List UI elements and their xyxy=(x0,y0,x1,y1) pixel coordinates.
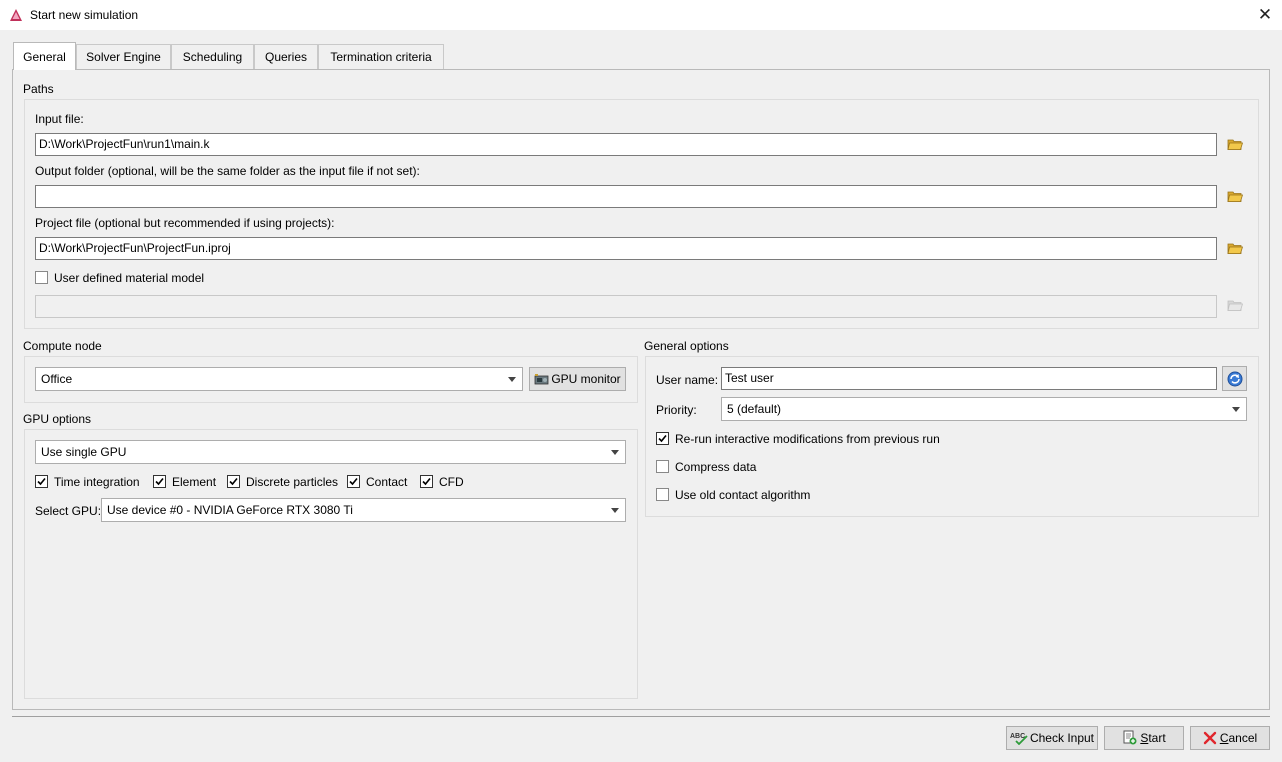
start-label-rest: tart xyxy=(1148,731,1166,745)
rerun-label: Re-run interactive modifications from pr… xyxy=(675,432,940,446)
gpu-monitor-button[interactable]: GPU monitor xyxy=(529,367,626,391)
cancel-label-rest: ancel xyxy=(1228,731,1258,745)
output-folder-field[interactable] xyxy=(35,185,1217,208)
time-integration-checkbox[interactable] xyxy=(35,475,48,488)
gpu-options-heading: GPU options xyxy=(23,412,92,426)
priority-select[interactable]: 5 (default) xyxy=(721,397,1247,421)
check-input-button[interactable]: ABC Check Input xyxy=(1006,726,1098,750)
footer-separator xyxy=(12,716,1270,717)
project-file-label: Project file (optional but recommended i… xyxy=(35,216,335,230)
chevron-down-icon xyxy=(1232,407,1240,412)
priority-label: Priority: xyxy=(656,403,697,417)
cancel-button[interactable]: Cancel xyxy=(1190,726,1270,750)
user-material-field xyxy=(35,295,1217,318)
priority-value: 5 (default) xyxy=(727,402,782,416)
close-window-button[interactable]: ✕ xyxy=(1254,4,1276,26)
compute-node-heading: Compute node xyxy=(23,339,102,353)
gpu-monitor-label: GPU monitor xyxy=(551,372,621,386)
compress-data-checkbox[interactable] xyxy=(656,460,669,473)
old-contact-checkbox[interactable] xyxy=(656,488,669,501)
tab-scheduling[interactable]: Scheduling xyxy=(171,44,254,69)
start-run-icon xyxy=(1122,730,1137,752)
refresh-user-icon xyxy=(1227,371,1242,387)
input-file-label: Input file: xyxy=(35,112,84,126)
browse-output-folder-icon[interactable] xyxy=(1227,189,1244,203)
browse-material-folder-icon xyxy=(1227,298,1244,312)
project-file-field[interactable]: D:\Work\ProjectFun\ProjectFun.iproj xyxy=(35,237,1217,260)
select-gpu-select[interactable]: Use device #0 - NVIDIA GeForce RTX 3080 … xyxy=(101,498,626,522)
element-label: Element xyxy=(172,475,217,489)
tab-termination-criteria[interactable]: Termination criteria xyxy=(318,44,444,69)
cancel-x-icon xyxy=(1203,730,1217,752)
gpu-mode-value: Use single GPU xyxy=(41,445,127,459)
tab-general[interactable]: General xyxy=(13,42,76,70)
compute-node-select[interactable]: Office xyxy=(35,367,523,391)
contact-checkbox[interactable] xyxy=(347,475,360,488)
tab-solver-engine[interactable]: Solver Engine xyxy=(76,44,171,69)
cfd-label: CFD xyxy=(439,475,464,489)
check-input-label: Check Input xyxy=(1029,731,1095,745)
chevron-down-icon xyxy=(611,508,619,513)
title-bar: Start new simulation ✕ xyxy=(0,0,1282,31)
general-options-heading: General options xyxy=(644,339,729,353)
select-gpu-value: Use device #0 - NVIDIA GeForce RTX 3080 … xyxy=(107,503,353,517)
user-name-field[interactable]: Test user xyxy=(721,367,1217,390)
cfd-checkbox[interactable] xyxy=(420,475,433,488)
window-title: Start new simulation xyxy=(30,8,139,22)
discrete-particles-checkbox[interactable] xyxy=(227,475,240,488)
time-integration-label: Time integration xyxy=(54,475,140,489)
gpu-mode-select[interactable]: Use single GPU xyxy=(35,440,626,464)
user-material-label: User defined material model xyxy=(54,271,205,285)
gpu-options-group xyxy=(24,429,638,699)
discrete-particles-label: Discrete particles xyxy=(246,475,339,489)
app-logo-icon xyxy=(9,8,23,22)
user-material-checkbox[interactable] xyxy=(35,271,48,284)
compute-node-value: Office xyxy=(41,372,73,386)
element-checkbox[interactable] xyxy=(153,475,166,488)
select-gpu-label: Select GPU: xyxy=(35,504,102,518)
user-name-label: User name: xyxy=(656,373,719,387)
spellcheck-icon: ABC xyxy=(1010,730,1028,752)
refresh-user-button[interactable] xyxy=(1222,366,1247,391)
gpu-card-icon xyxy=(534,371,549,393)
tab-queries[interactable]: Queries xyxy=(254,44,318,69)
output-folder-label: Output folder (optional, will be the sam… xyxy=(35,164,420,178)
rerun-checkbox[interactable] xyxy=(656,432,669,445)
start-button[interactable]: Start xyxy=(1104,726,1184,750)
browse-input-folder-icon[interactable] xyxy=(1227,137,1244,151)
chevron-down-icon xyxy=(508,377,516,382)
browse-project-file-icon[interactable] xyxy=(1227,241,1244,255)
chevron-down-icon xyxy=(611,450,619,455)
paths-heading: Paths xyxy=(23,82,54,96)
contact-label: Contact xyxy=(366,475,408,489)
input-file-field[interactable]: D:\Work\ProjectFun\run1\main.k xyxy=(35,133,1217,156)
compress-data-label: Compress data xyxy=(675,460,757,474)
old-contact-label: Use old contact algorithm xyxy=(675,488,811,502)
